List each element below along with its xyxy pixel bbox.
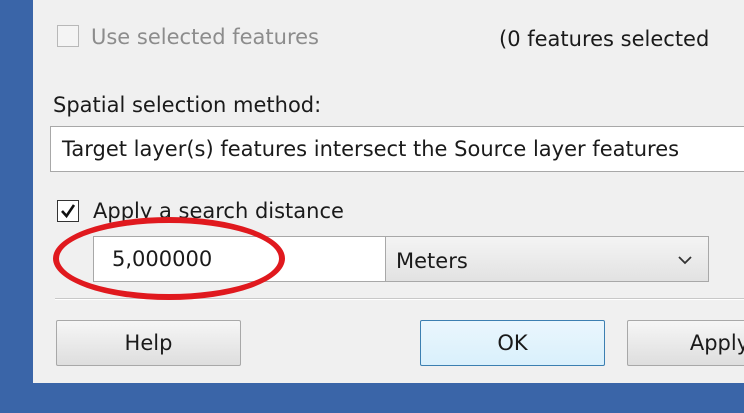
distance-units-value: Meters	[396, 249, 468, 273]
spatial-method-value: Target layer(s) features intersect the S…	[62, 137, 680, 161]
apply-button-label: Apply	[689, 331, 744, 355]
ok-button[interactable]: OK	[420, 320, 605, 366]
search-distance-input[interactable]: 5,000000	[93, 236, 405, 282]
chevron-down-icon	[678, 256, 692, 265]
search-distance-value: 5,000000	[112, 247, 213, 271]
distance-units-dropdown[interactable]: Meters	[385, 236, 709, 282]
apply-button[interactable]: Apply	[627, 320, 744, 366]
apply-search-distance-label: Apply a search distance	[93, 199, 344, 223]
spatial-method-select[interactable]: Target layer(s) features intersect the S…	[50, 126, 744, 172]
window-frame-left	[0, 0, 33, 413]
use-selected-features-checkbox[interactable]	[57, 25, 79, 47]
separator-line	[55, 298, 744, 300]
window-frame-bottom	[0, 383, 744, 413]
help-button-label: Help	[124, 331, 173, 355]
selected-count-text: (0 features selected	[499, 27, 710, 51]
spatial-method-label: Spatial selection method:	[53, 93, 322, 117]
checkmark-icon	[61, 204, 76, 219]
ok-button-label: OK	[497, 331, 528, 355]
help-button[interactable]: Help	[56, 320, 241, 366]
apply-search-distance-checkbox[interactable]	[57, 200, 79, 222]
select-by-location-dialog: Use selected features (0 features select…	[33, 0, 744, 383]
use-selected-features-label: Use selected features	[91, 25, 319, 49]
